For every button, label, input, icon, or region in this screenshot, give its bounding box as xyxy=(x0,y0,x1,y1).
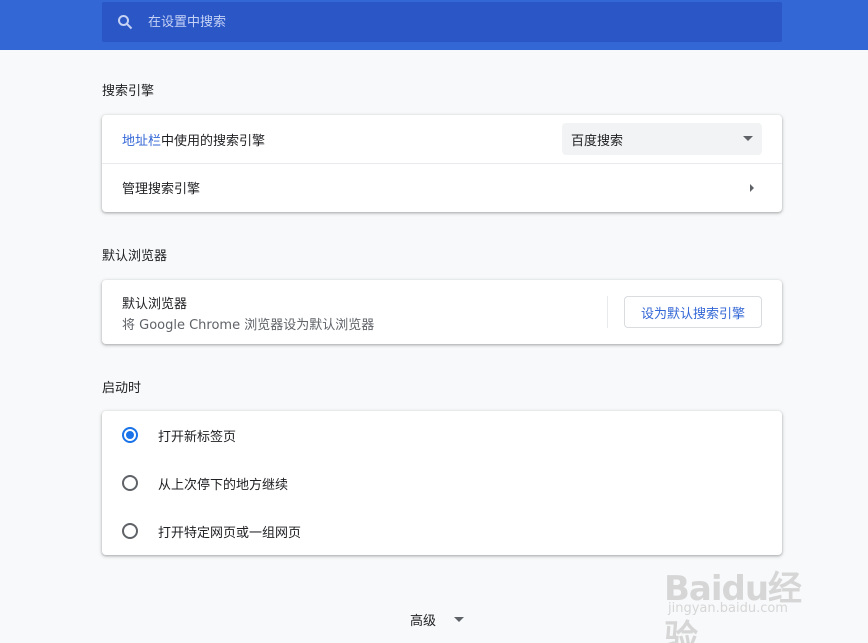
default-browser-description: 将 Google Chrome 浏览器设为默认浏览器 xyxy=(122,318,375,333)
settings-search-box[interactable] xyxy=(102,2,782,42)
startup-option-continue[interactable]: 从上次停下的地方继续 xyxy=(102,459,782,507)
address-bar-row-label: 中使用的搜索引擎 xyxy=(161,133,266,149)
watermark-url: jingyan.baidu.com xyxy=(668,601,788,616)
startup-option-label: 从上次停下的地方继续 xyxy=(158,477,289,493)
startup-option-label: 打开特定网页或一组网页 xyxy=(158,525,302,541)
manage-search-engines-row[interactable]: 管理搜索引擎 xyxy=(102,163,782,211)
search-icon xyxy=(102,14,148,30)
section-title-search-engine: 搜索引擎 xyxy=(102,84,155,99)
search-engine-card: 地址栏 中使用的搜索引擎 百度搜索 管理搜索引擎 xyxy=(102,115,782,212)
advanced-label: 高级 xyxy=(410,614,437,629)
section-title-startup: 启动时 xyxy=(102,381,142,396)
vertical-divider xyxy=(607,296,608,328)
baidu-watermark: Baidu经验 jingyan.baidu.com xyxy=(664,555,824,643)
radio-button-checked[interactable] xyxy=(122,427,138,443)
default-browser-card: 默认浏览器 将 Google Chrome 浏览器设为默认浏览器 设为默认搜索引… xyxy=(102,280,782,344)
manage-search-engines-label: 管理搜索引擎 xyxy=(122,182,201,197)
top-toolbar xyxy=(0,0,868,50)
search-engine-selected-value: 百度搜索 xyxy=(571,133,624,149)
chevron-down-icon xyxy=(454,617,465,622)
address-bar-link[interactable]: 地址栏 xyxy=(122,130,161,149)
startup-card: 打开新标签页 从上次停下的地方继续 打开特定网页或一组网页 xyxy=(102,411,782,555)
set-default-button[interactable]: 设为默认搜索引擎 xyxy=(624,296,762,328)
startup-option-label: 打开新标签页 xyxy=(158,429,237,445)
default-browser-label: 默认浏览器 xyxy=(122,297,188,312)
section-title-default-browser: 默认浏览器 xyxy=(102,249,168,264)
address-bar-engine-row: 地址栏 中使用的搜索引擎 百度搜索 xyxy=(102,115,782,163)
chevron-right-icon xyxy=(750,184,754,192)
startup-option-specific-pages[interactable]: 打开特定网页或一组网页 xyxy=(102,507,782,555)
advanced-toggle[interactable]: 高级 xyxy=(410,610,465,629)
settings-search-input[interactable] xyxy=(148,2,782,42)
search-engine-select[interactable]: 百度搜索 xyxy=(562,123,762,155)
dropdown-caret-icon xyxy=(743,136,753,141)
radio-button[interactable] xyxy=(122,523,138,539)
radio-button[interactable] xyxy=(122,475,138,491)
startup-option-new-tab[interactable]: 打开新标签页 xyxy=(102,411,782,459)
